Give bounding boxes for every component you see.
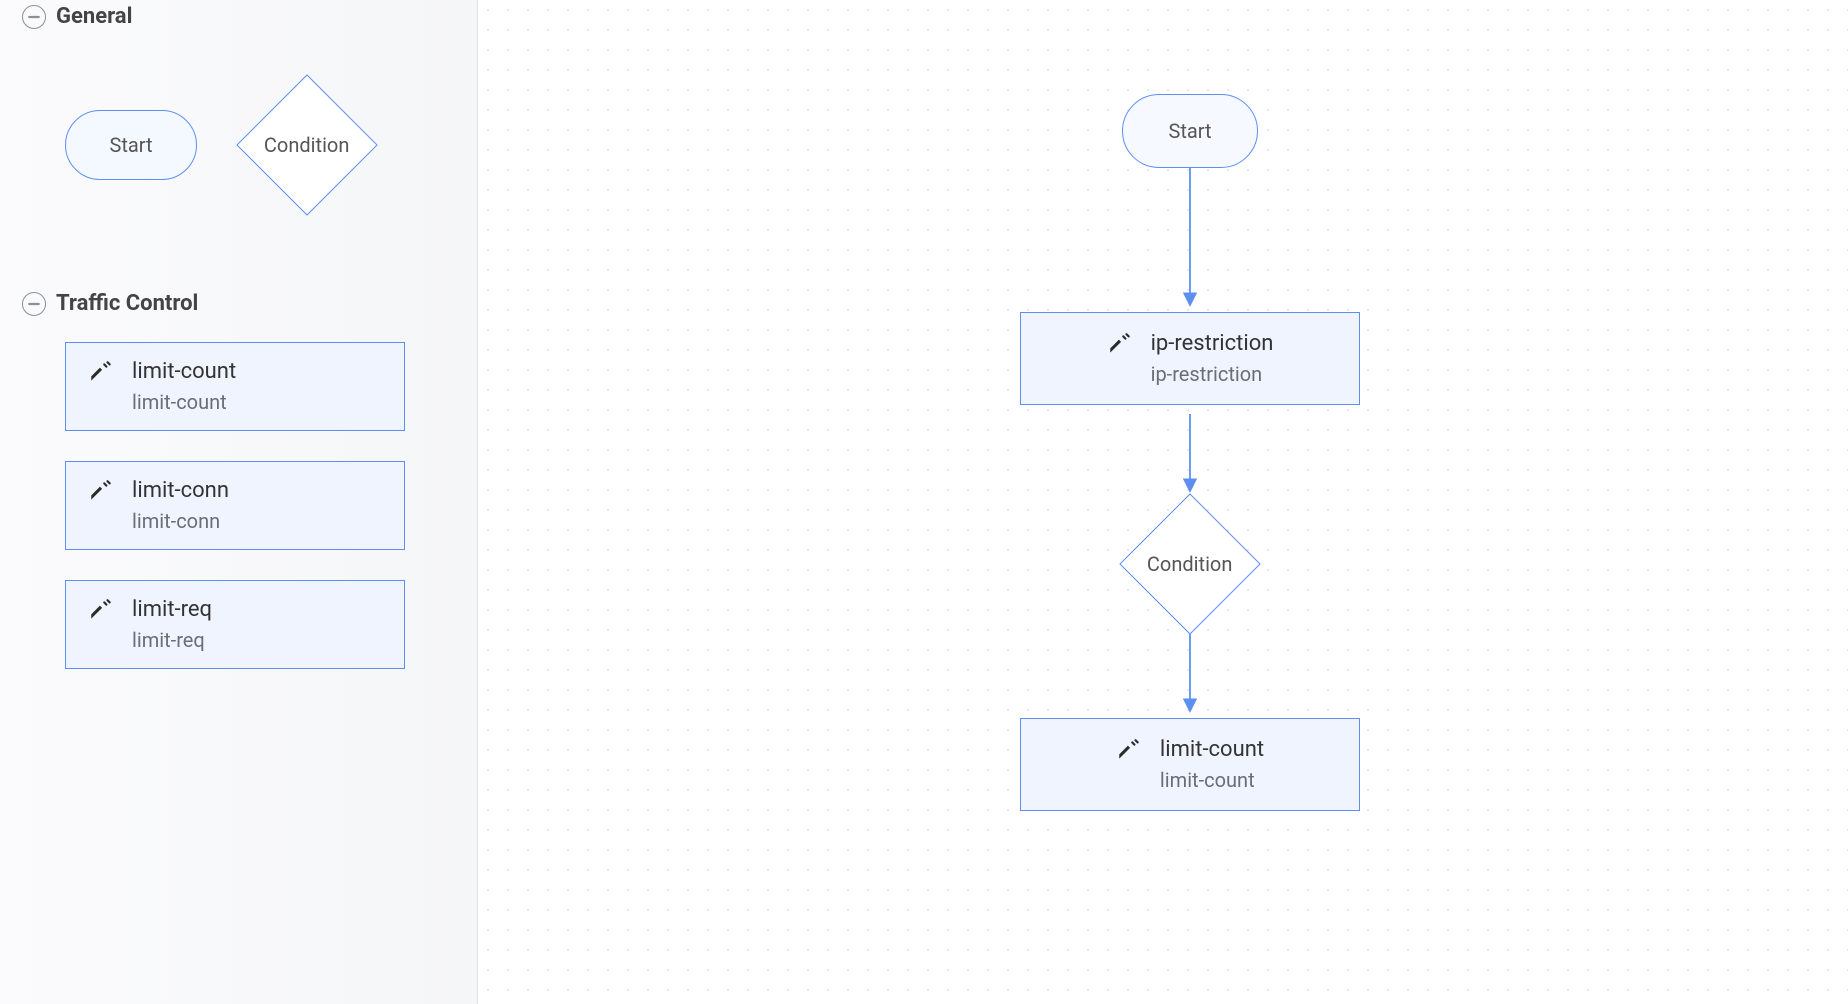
collapse-icon[interactable]: [22, 5, 46, 29]
component-palette: General Start Condition: [0, 0, 478, 1004]
plugin-icon: [88, 359, 114, 385]
plugin-icon: [88, 597, 114, 623]
palette-section-traffic-control: Traffic Control limit-count limit-count: [0, 285, 477, 709]
canvas-node-condition[interactable]: Condition: [1120, 494, 1260, 634]
canvas-start-label: Start: [1168, 119, 1211, 143]
section-title: General: [56, 4, 132, 29]
flow-canvas[interactable]: Start ip-restriction ip-restriction Cond…: [478, 0, 1848, 1004]
palette-plugin-limit-count[interactable]: limit-count limit-count: [65, 342, 405, 431]
plugin-icon: [1107, 331, 1133, 357]
canvas-node-limit-count[interactable]: limit-count limit-count: [1020, 718, 1360, 811]
palette-condition-label: Condition: [258, 134, 356, 157]
section-body-traffic-control: limit-count limit-count limit-conn limit…: [0, 322, 477, 709]
node-subtitle: limit-count: [1160, 768, 1264, 792]
plugin-title: limit-conn: [132, 478, 229, 503]
collapse-icon[interactable]: [22, 292, 46, 316]
plugin-title: limit-count: [132, 359, 236, 384]
node-title: ip-restriction: [1151, 331, 1274, 356]
canvas-node-start[interactable]: Start: [1122, 94, 1258, 168]
plugin-icon: [88, 478, 114, 504]
section-header-general[interactable]: General: [0, 0, 477, 35]
plugin-subtitle: limit-count: [132, 390, 236, 414]
palette-plugin-limit-conn[interactable]: limit-conn limit-conn: [65, 461, 405, 550]
plugin-icon: [1116, 737, 1142, 763]
plugin-subtitle: limit-conn: [132, 509, 229, 533]
palette-section-general: General Start Condition: [0, 0, 477, 275]
palette-start-node[interactable]: Start: [65, 110, 197, 180]
node-title: limit-count: [1160, 737, 1264, 762]
palette-start-label: Start: [109, 133, 152, 157]
palette-plugin-limit-req[interactable]: limit-req limit-req: [65, 580, 405, 669]
palette-condition-node[interactable]: Condition: [237, 75, 377, 215]
section-title: Traffic Control: [56, 291, 198, 316]
canvas-node-ip-restriction[interactable]: ip-restriction ip-restriction: [1020, 312, 1360, 405]
section-header-traffic-control[interactable]: Traffic Control: [0, 285, 477, 322]
plugin-title: limit-req: [132, 597, 212, 622]
canvas-condition-label: Condition: [1141, 553, 1239, 576]
plugin-subtitle: limit-req: [132, 628, 212, 652]
node-subtitle: ip-restriction: [1151, 362, 1274, 386]
section-body-general: Start Condition: [0, 35, 477, 275]
